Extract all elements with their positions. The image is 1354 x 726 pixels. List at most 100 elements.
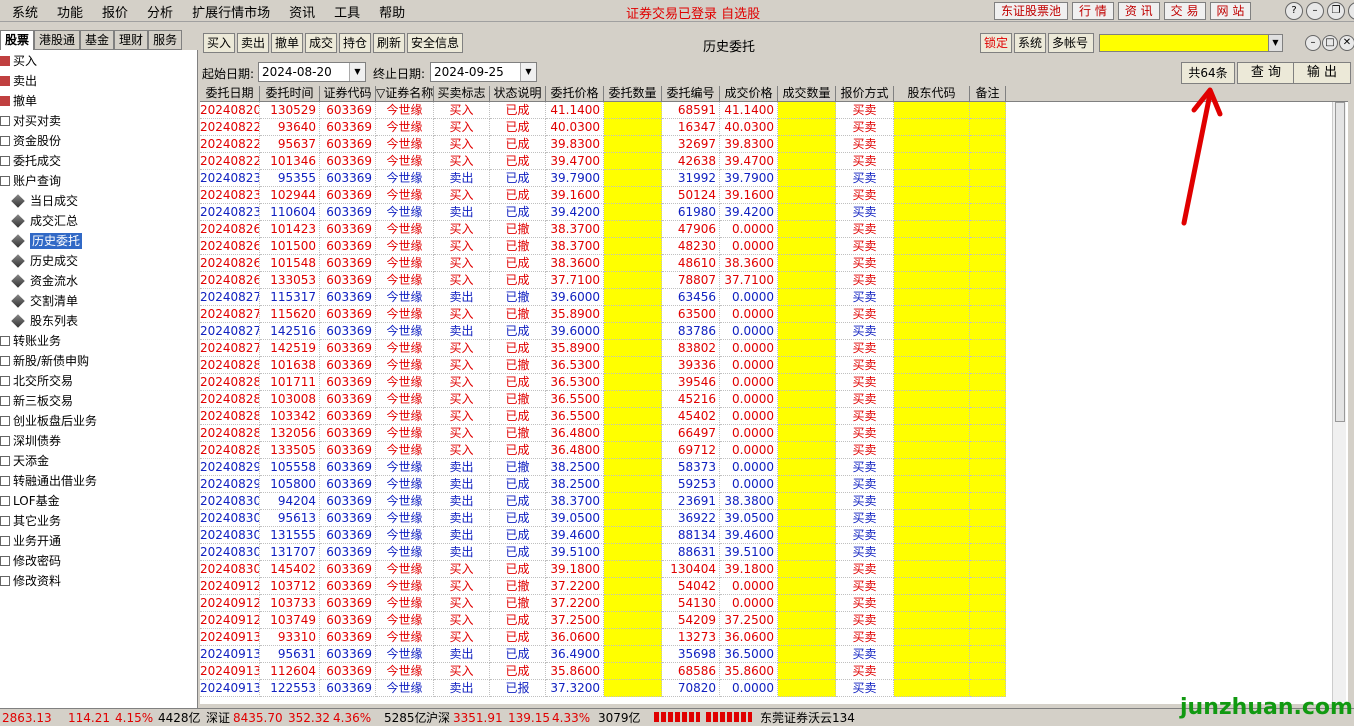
table-row[interactable]: 20240830 131555 603369 今世缘 卖出 已成 39.4600 88134 3… <box>200 527 1006 544</box>
menu-item[interactable]: 帮助 <box>367 2 412 21</box>
table-row[interactable]: 20240820 130529 603369 今世缘 买入 已成 41.1400 68591 4… <box>200 102 1006 119</box>
toolbar-button[interactable]: 卖出 <box>237 33 269 53</box>
chevron-down-icon[interactable]: ▼ <box>520 63 536 81</box>
menu-item[interactable]: 功能 <box>45 2 90 21</box>
toolbar-button[interactable]: 成交 <box>305 33 337 53</box>
table-row[interactable]: 20240912 103749 603369 今世缘 买入 已成 37.2500 54209 3… <box>200 612 1006 629</box>
toolbar-button[interactable]: 安全信息 <box>407 33 463 53</box>
menu-item[interactable]: 资讯 <box>277 2 322 21</box>
table-row[interactable]: 20240913 122553 603369 今世缘 卖出 已报 37.3200 70820 0… <box>200 680 1006 697</box>
tree-item[interactable]: 创业板盘后业务 <box>0 411 198 431</box>
tree-item[interactable]: 资金流水 <box>0 271 198 291</box>
tree-item[interactable]: 撤单 <box>0 91 198 111</box>
tree-item[interactable]: 账户查询 <box>0 171 198 191</box>
tree-item[interactable]: 成交汇总 <box>0 211 198 231</box>
column-header[interactable]: 委托日期 <box>200 86 260 102</box>
table-row[interactable]: 20240830 131707 603369 今世缘 卖出 已成 39.5100 88631 3… <box>200 544 1006 561</box>
export-button[interactable]: 输 出 <box>1293 62 1351 84</box>
table-row[interactable]: 20240823 95355 603369 今世缘 卖出 已成 39.7900 31992 39… <box>200 170 1006 187</box>
tree-item[interactable]: 其它业务 <box>0 511 198 531</box>
tree-item[interactable]: 修改资料 <box>0 571 198 591</box>
table-row[interactable]: 20240829 105558 603369 今世缘 卖出 已撤 38.2500 58373 0… <box>200 459 1006 476</box>
help-icon[interactable]: ? <box>1285 2 1303 20</box>
table-row[interactable]: 20240913 112604 603369 今世缘 买入 已成 35.8600 68586 3… <box>200 663 1006 680</box>
tree-item[interactable]: 业务开通 <box>0 531 198 551</box>
restore-icon[interactable]: □ <box>1322 35 1338 51</box>
column-header[interactable]: 买卖标志 <box>434 86 490 102</box>
tree-item[interactable]: 当日成交 <box>0 191 198 211</box>
table-row[interactable]: 20240826 133053 603369 今世缘 买入 已成 37.7100 78807 3… <box>200 272 1006 289</box>
tree-item[interactable]: 买入 <box>0 51 198 71</box>
top-nav-button[interactable]: 资 讯 <box>1117 2 1160 20</box>
toolbar-button[interactable]: 买入 <box>203 33 235 53</box>
chevron-down-icon[interactable]: ▼ <box>1268 35 1282 51</box>
table-row[interactable]: 20240826 101423 603369 今世缘 买入 已撤 38.3700 47906 0… <box>200 221 1006 238</box>
table-row[interactable]: 20240912 103712 603369 今世缘 买入 已撤 37.2200 54042 0… <box>200 578 1006 595</box>
close-icon[interactable]: ✕ <box>1339 35 1354 51</box>
query-button[interactable]: 查 询 <box>1237 62 1295 84</box>
table-row[interactable]: 20240828 101711 603369 今世缘 买入 已成 36.5300 39546 0… <box>200 374 1006 391</box>
table-row[interactable]: 20240827 142519 603369 今世缘 买入 已成 35.8900 83802 0… <box>200 340 1006 357</box>
column-header[interactable]: ▽证券名称 <box>376 86 434 102</box>
table-row[interactable]: 20240830 95613 603369 今世缘 卖出 已成 39.0500 36922 39… <box>200 510 1006 527</box>
table-row[interactable]: 20240823 110604 603369 今世缘 卖出 已成 39.4200 61980 3… <box>200 204 1006 221</box>
table-row[interactable]: 20240827 115620 603369 今世缘 买入 已撤 35.8900 63500 0… <box>200 306 1006 323</box>
table-row[interactable]: 20240913 93310 603369 今世缘 买入 已成 36.0600 13273 36… <box>200 629 1006 646</box>
table-row[interactable]: 20240822 101346 603369 今世缘 买入 已成 39.4700 42638 3… <box>200 153 1006 170</box>
tree-item[interactable]: 资金股份 <box>0 131 198 151</box>
table-row[interactable]: 20240828 133505 603369 今世缘 买入 已成 36.4800 69712 0… <box>200 442 1006 459</box>
column-header[interactable]: 委托编号 <box>662 86 720 102</box>
column-header[interactable]: 报价方式 <box>836 86 894 102</box>
left-tab[interactable]: 理财 <box>114 30 149 50</box>
table-row[interactable]: 20240912 103733 603369 今世缘 买入 已撤 37.2200 54130 0… <box>200 595 1006 612</box>
table-row[interactable]: 20240830 94204 603369 今世缘 卖出 已成 38.3700 23691 38… <box>200 493 1006 510</box>
tree-item[interactable]: 历史成交 <box>0 251 198 271</box>
menu-item[interactable]: 扩展行情市场 <box>180 2 277 21</box>
table-row[interactable]: 20240827 115317 603369 今世缘 卖出 已撤 39.6000 63456 0… <box>200 289 1006 306</box>
column-header[interactable]: 委托时间 <box>260 86 320 102</box>
tree-item[interactable]: 转融通出借业务 <box>0 471 198 491</box>
top-nav-button[interactable]: 行 情 <box>1072 2 1114 20</box>
menu-item[interactable]: 系统 <box>0 2 45 21</box>
end-date-input[interactable]: 2024-09-25 ▼ <box>430 62 537 82</box>
table-row[interactable]: 20240828 132056 603369 今世缘 买入 已撤 36.4800 66497 0… <box>200 425 1006 442</box>
close-icon[interactable]: ✕ <box>1348 2 1354 20</box>
tree-item[interactable]: 新三板交易 <box>0 391 198 411</box>
toolbar-button[interactable]: 刷新 <box>373 33 405 53</box>
menu-item[interactable]: 工具 <box>322 2 367 21</box>
table-row[interactable]: 20240823 102944 603369 今世缘 买入 已成 39.1600 50124 3… <box>200 187 1006 204</box>
tree-item[interactable]: LOF基金 <box>0 491 198 511</box>
table-row[interactable]: 20240828 101638 603369 今世缘 买入 已撤 36.5300 39336 0… <box>200 357 1006 374</box>
menu-item[interactable]: 报价 <box>90 2 135 21</box>
column-header[interactable]: 备注 <box>970 86 1006 102</box>
menu-item[interactable]: 分析 <box>135 2 180 21</box>
toolbar-right-button[interactable]: 锁定 <box>980 33 1012 53</box>
tree-item[interactable]: 交割清单 <box>0 291 198 311</box>
minimize-icon[interactable]: – <box>1305 35 1321 51</box>
table-row[interactable]: 20240826 101500 603369 今世缘 买入 已撤 38.3700 48230 0… <box>200 238 1006 255</box>
column-header[interactable]: 委托数量 <box>604 86 662 102</box>
tree-item[interactable]: 北交所交易 <box>0 371 198 391</box>
left-tab[interactable]: 股票 <box>0 30 35 50</box>
column-header[interactable]: 成交数量 <box>778 86 836 102</box>
column-header[interactable]: 委托价格 <box>546 86 604 102</box>
table-row[interactable]: 20240822 93640 603369 今世缘 买入 已成 40.0300 16347 40… <box>200 119 1006 136</box>
toolbar-right-button[interactable]: 多帐号 <box>1048 33 1094 53</box>
left-tab[interactable]: 港股通 <box>34 30 81 50</box>
table-row[interactable]: 20240828 103342 603369 今世缘 买入 已成 36.5500 45402 0… <box>200 408 1006 425</box>
toolbar-button[interactable]: 撤单 <box>271 33 303 53</box>
tree-item[interactable]: 股东列表 <box>0 311 198 331</box>
top-nav-button[interactable]: 东证股票池 <box>994 2 1069 20</box>
tree-item[interactable]: 卖出 <box>0 71 198 91</box>
left-tab[interactable]: 基金 <box>80 30 115 50</box>
tree-item[interactable]: 对买对卖 <box>0 111 198 131</box>
table-row[interactable]: 20240826 101548 603369 今世缘 买入 已成 38.3600 48610 3… <box>200 255 1006 272</box>
vertical-scrollbar[interactable] <box>1332 102 1346 702</box>
toolbar-right-button[interactable]: 系统 <box>1014 33 1046 53</box>
table-row[interactable]: 20240828 103008 603369 今世缘 买入 已撤 36.5500 45216 0… <box>200 391 1006 408</box>
toolbar-button[interactable]: 持仓 <box>339 33 371 53</box>
table-row[interactable]: 20240913 95631 603369 今世缘 卖出 已成 36.4900 35698 36… <box>200 646 1006 663</box>
tree-item[interactable]: 转账业务 <box>0 331 198 351</box>
tree-item[interactable]: 历史委托 <box>0 231 198 251</box>
minimize-icon[interactable]: – <box>1306 2 1324 20</box>
